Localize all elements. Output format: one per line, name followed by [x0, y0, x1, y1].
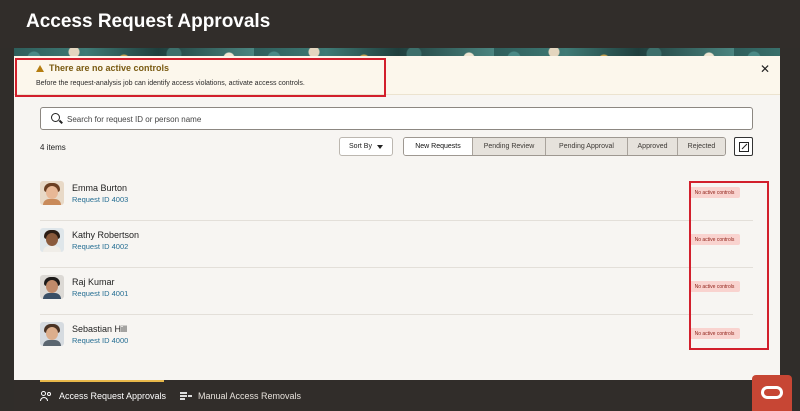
- filter-approved[interactable]: Approved: [627, 138, 677, 155]
- search-icon: [51, 113, 60, 122]
- filter-rejected[interactable]: Rejected: [677, 138, 725, 155]
- item-count: 4 items: [40, 143, 66, 152]
- nav-tab-manual-access-removals[interactable]: Manual Access Removals: [180, 380, 301, 411]
- main-panel: There are no active controls Before the …: [14, 56, 780, 380]
- oracle-logo[interactable]: [752, 375, 792, 411]
- person-name: Raj Kumar: [72, 277, 115, 287]
- search-input[interactable]: [67, 111, 747, 127]
- request-list: Emma Burton Request ID 4003 No active co…: [40, 174, 753, 362]
- list-item[interactable]: Emma Burton Request ID 4003 No active co…: [40, 174, 753, 221]
- filter-new-requests[interactable]: New Requests: [404, 138, 472, 155]
- request-id-link[interactable]: Request ID 4000: [72, 336, 128, 345]
- nav-tab-access-request-approvals[interactable]: Access Request Approvals: [40, 380, 166, 411]
- person-name: Sebastian Hill: [72, 324, 128, 334]
- request-id-link[interactable]: Request ID 4003: [72, 195, 128, 204]
- app-header: Access Request Approvals: [0, 0, 800, 48]
- sort-by-button[interactable]: Sort By: [339, 137, 393, 156]
- bottom-navigation: Access Request Approvals Manual Access R…: [14, 380, 780, 411]
- person-name: Emma Burton: [72, 183, 128, 193]
- avatar: [40, 275, 64, 299]
- highlight-box-alert: [15, 58, 386, 97]
- export-icon[interactable]: [734, 137, 753, 156]
- people-icon: [40, 390, 53, 401]
- chevron-down-icon: [376, 144, 383, 149]
- nav-tab-label: Manual Access Removals: [198, 390, 302, 401]
- person-name: Kathy Robertson: [72, 230, 140, 240]
- highlight-box-status: [689, 181, 769, 350]
- avatar: [40, 228, 64, 252]
- list-minus-icon: [180, 391, 192, 400]
- filter-pending-approval[interactable]: Pending Approval: [545, 138, 627, 155]
- search-box[interactable]: [40, 107, 753, 130]
- request-id-link[interactable]: Request ID 4002: [72, 242, 128, 251]
- nav-tab-label: Access Request Approvals: [59, 390, 167, 401]
- filter-pending-review[interactable]: Pending Review: [472, 138, 545, 155]
- request-id-link[interactable]: Request ID 4001: [72, 289, 128, 298]
- list-item[interactable]: Raj Kumar Request ID 4001 No active cont…: [40, 268, 753, 315]
- sort-by-label: Sort By: [349, 143, 372, 150]
- avatar: [40, 322, 64, 346]
- status-filter-group: New Requests Pending Review Pending Appr…: [403, 137, 726, 156]
- list-item[interactable]: Sebastian Hill Request ID 4000 No active…: [40, 315, 753, 362]
- page-title: Access Request Approvals: [26, 11, 271, 32]
- avatar: [40, 181, 64, 205]
- close-icon[interactable]: ✕: [760, 62, 770, 76]
- list-item[interactable]: Kathy Robertson Request ID 4002 No activ…: [40, 221, 753, 268]
